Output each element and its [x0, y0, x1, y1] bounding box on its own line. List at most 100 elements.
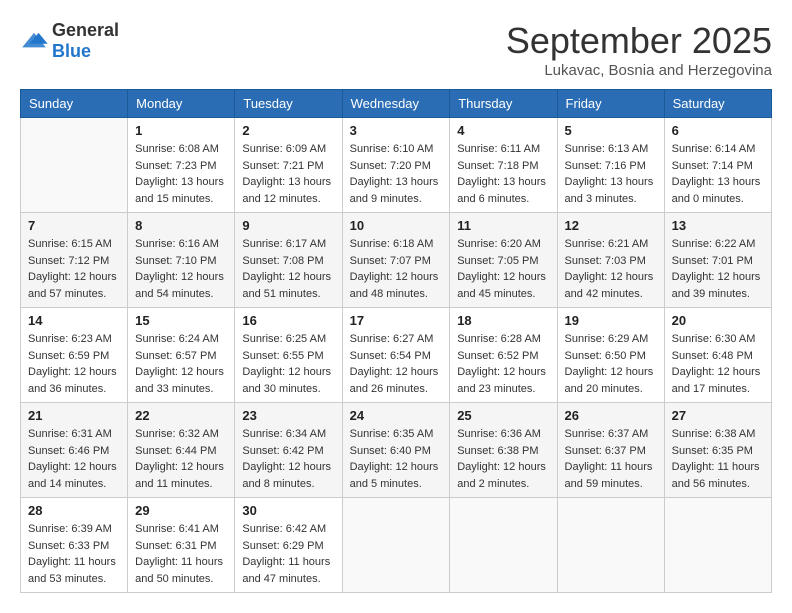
logo: General Blue: [20, 20, 119, 62]
location: Lukavac, Bosnia and Herzegovina: [506, 62, 772, 79]
day-info: Sunrise: 6:35 AMSunset: 6:40 PMDaylight:…: [350, 426, 443, 492]
calendar-cell: 26 Sunrise: 6:37 AMSunset: 6:37 PMDayligh…: [557, 403, 664, 498]
logo-text: General Blue: [52, 20, 119, 62]
weekday-sunday: Sunday: [21, 90, 128, 118]
weekday-thursday: Thursday: [450, 90, 557, 118]
calendar-cell: 27Sunrise: 6:38 AMSunset: 6:35 PMDayligh…: [664, 403, 771, 498]
weekday-monday: Monday: [128, 90, 235, 118]
calendar-cell: [557, 498, 664, 593]
weekday-friday: Friday: [557, 90, 664, 118]
calendar-cell: 13Sunrise: 6:22 AMSunset: 7:01 PMDayligh…: [664, 213, 771, 308]
calendar-cell: 16 Sunrise: 6:25 AMSunset: 6:55 PMDayligh…: [235, 308, 342, 403]
day-number: 18: [457, 313, 549, 328]
calendar-cell: 18Sunrise: 6:28 AMSunset: 6:52 PMDayligh…: [450, 308, 557, 403]
day-info: Sunrise: 6:22 AMSunset: 7:01 PMDaylight:…: [672, 236, 764, 302]
day-info: Sunrise: 6:10 AMSunset: 7:20 PMDaylight:…: [350, 141, 443, 207]
day-info: Sunrise: 6:38 AMSunset: 6:35 PMDaylight:…: [672, 426, 764, 492]
day-number: 26: [565, 408, 657, 423]
day-info: Sunrise: 6:32 AMSunset: 6:44 PMDaylight:…: [135, 426, 227, 492]
day-number: 16: [242, 313, 334, 328]
day-number: 6: [672, 123, 764, 138]
day-info: Sunrise: 6:17 AMSunset: 7:08 PMDaylight:…: [242, 236, 334, 302]
calendar-cell: 25Sunrise: 6:36 AMSunset: 6:38 PMDayligh…: [450, 403, 557, 498]
day-info: Sunrise: 6:21 AMSunset: 7:03 PMDaylight:…: [565, 236, 657, 302]
logo-icon: [20, 31, 48, 51]
day-info: Sunrise: 6:41 AMSunset: 6:31 PMDaylight:…: [135, 521, 227, 587]
day-number: 9: [242, 218, 334, 233]
calendar-table: SundayMondayTuesdayWednesdayThursdayFrid…: [20, 89, 772, 593]
weekday-header-row: SundayMondayTuesdayWednesdayThursdayFrid…: [21, 90, 772, 118]
day-number: 4: [457, 123, 549, 138]
calendar-cell: 1 Sunrise: 6:08 AMSunset: 7:23 PMDaylight…: [128, 118, 235, 213]
day-info: Sunrise: 6:15 AMSunset: 7:12 PMDaylight:…: [28, 236, 120, 302]
calendar-cell: 5Sunrise: 6:13 AMSunset: 7:16 PMDaylight…: [557, 118, 664, 213]
day-info: Sunrise: 6:34 AMSunset: 6:42 PMDaylight:…: [242, 426, 334, 492]
day-number: 25: [457, 408, 549, 423]
month-year: September 2025: [506, 20, 772, 62]
day-number: 8: [135, 218, 227, 233]
day-number: 20: [672, 313, 764, 328]
calendar-cell: 2Sunrise: 6:09 AMSunset: 7:21 PMDaylight…: [235, 118, 342, 213]
calendar-week-1: 1 Sunrise: 6:08 AMSunset: 7:23 PMDaylight…: [21, 118, 772, 213]
calendar-week-3: 14Sunrise: 6:23 AMSunset: 6:59 PMDayligh…: [21, 308, 772, 403]
day-number: 10: [350, 218, 443, 233]
day-number: 11: [457, 218, 549, 233]
day-info: Sunrise: 6:20 AMSunset: 7:05 PMDaylight:…: [457, 236, 549, 302]
day-number: 3: [350, 123, 443, 138]
title-block: September 2025 Lukavac, Bosnia and Herze…: [506, 20, 772, 79]
day-info: Sunrise: 6:08 AMSunset: 7:23 PMDaylight:…: [135, 141, 227, 207]
calendar-cell: [342, 498, 450, 593]
calendar-cell: 14Sunrise: 6:23 AMSunset: 6:59 PMDayligh…: [21, 308, 128, 403]
calendar-cell: 15Sunrise: 6:24 AMSunset: 6:57 PMDayligh…: [128, 308, 235, 403]
page-header: General Blue September 2025 Lukavac, Bos…: [20, 20, 772, 79]
day-number: 23: [242, 408, 334, 423]
day-info: Sunrise: 6:24 AMSunset: 6:57 PMDaylight:…: [135, 331, 227, 397]
calendar-cell: 23 Sunrise: 6:34 AMSunset: 6:42 PMDayligh…: [235, 403, 342, 498]
day-number: 17: [350, 313, 443, 328]
calendar-cell: 30 Sunrise: 6:42 AMSunset: 6:29 PMDayligh…: [235, 498, 342, 593]
day-info: Sunrise: 6:14 AMSunset: 7:14 PMDaylight:…: [672, 141, 764, 207]
calendar-cell: [664, 498, 771, 593]
day-number: 5: [565, 123, 657, 138]
calendar-cell: 6 Sunrise: 6:14 AMSunset: 7:14 PMDaylight…: [664, 118, 771, 213]
day-info: Sunrise: 6:42 AMSunset: 6:29 PMDaylight:…: [242, 521, 334, 587]
day-number: 7: [28, 218, 120, 233]
weekday-tuesday: Tuesday: [235, 90, 342, 118]
day-info: Sunrise: 6:31 AMSunset: 6:46 PMDaylight:…: [28, 426, 120, 492]
day-number: 29: [135, 503, 227, 518]
calendar-cell: 20Sunrise: 6:30 AMSunset: 6:48 PMDayligh…: [664, 308, 771, 403]
day-number: 14: [28, 313, 120, 328]
weekday-saturday: Saturday: [664, 90, 771, 118]
day-number: 30: [242, 503, 334, 518]
day-info: Sunrise: 6:25 AMSunset: 6:55 PMDaylight:…: [242, 331, 334, 397]
calendar-cell: 4 Sunrise: 6:11 AMSunset: 7:18 PMDaylight…: [450, 118, 557, 213]
day-number: 21: [28, 408, 120, 423]
calendar-week-5: 28 Sunrise: 6:39 AMSunset: 6:33 PMDayligh…: [21, 498, 772, 593]
calendar-cell: 11 Sunrise: 6:20 AMSunset: 7:05 PMDayligh…: [450, 213, 557, 308]
day-number: 12: [565, 218, 657, 233]
day-number: 22: [135, 408, 227, 423]
calendar-cell: 7 Sunrise: 6:15 AMSunset: 7:12 PMDaylight…: [21, 213, 128, 308]
logo-blue: Blue: [52, 41, 91, 61]
calendar-cell: 9 Sunrise: 6:17 AMSunset: 7:08 PMDaylight…: [235, 213, 342, 308]
day-number: 28: [28, 503, 120, 518]
day-info: Sunrise: 6:09 AMSunset: 7:21 PMDaylight:…: [242, 141, 334, 207]
weekday-wednesday: Wednesday: [342, 90, 450, 118]
logo-general: General: [52, 20, 119, 40]
calendar-cell: 22 Sunrise: 6:32 AMSunset: 6:44 PMDayligh…: [128, 403, 235, 498]
calendar-cell: [450, 498, 557, 593]
calendar-week-2: 7 Sunrise: 6:15 AMSunset: 7:12 PMDaylight…: [21, 213, 772, 308]
calendar-cell: 8 Sunrise: 6:16 AMSunset: 7:10 PMDaylight…: [128, 213, 235, 308]
day-info: Sunrise: 6:27 AMSunset: 6:54 PMDaylight:…: [350, 331, 443, 397]
calendar-week-4: 21 Sunrise: 6:31 AMSunset: 6:46 PMDayligh…: [21, 403, 772, 498]
day-number: 1: [135, 123, 227, 138]
calendar-cell: 3 Sunrise: 6:10 AMSunset: 7:20 PMDaylight…: [342, 118, 450, 213]
calendar-cell: 24 Sunrise: 6:35 AMSunset: 6:40 PMDayligh…: [342, 403, 450, 498]
day-number: 24: [350, 408, 443, 423]
day-info: Sunrise: 6:16 AMSunset: 7:10 PMDaylight:…: [135, 236, 227, 302]
day-info: Sunrise: 6:18 AMSunset: 7:07 PMDaylight:…: [350, 236, 443, 302]
day-info: Sunrise: 6:39 AMSunset: 6:33 PMDaylight:…: [28, 521, 120, 587]
day-info: Sunrise: 6:11 AMSunset: 7:18 PMDaylight:…: [457, 141, 549, 207]
day-number: 19: [565, 313, 657, 328]
day-info: Sunrise: 6:37 AMSunset: 6:37 PMDaylight:…: [565, 426, 657, 492]
